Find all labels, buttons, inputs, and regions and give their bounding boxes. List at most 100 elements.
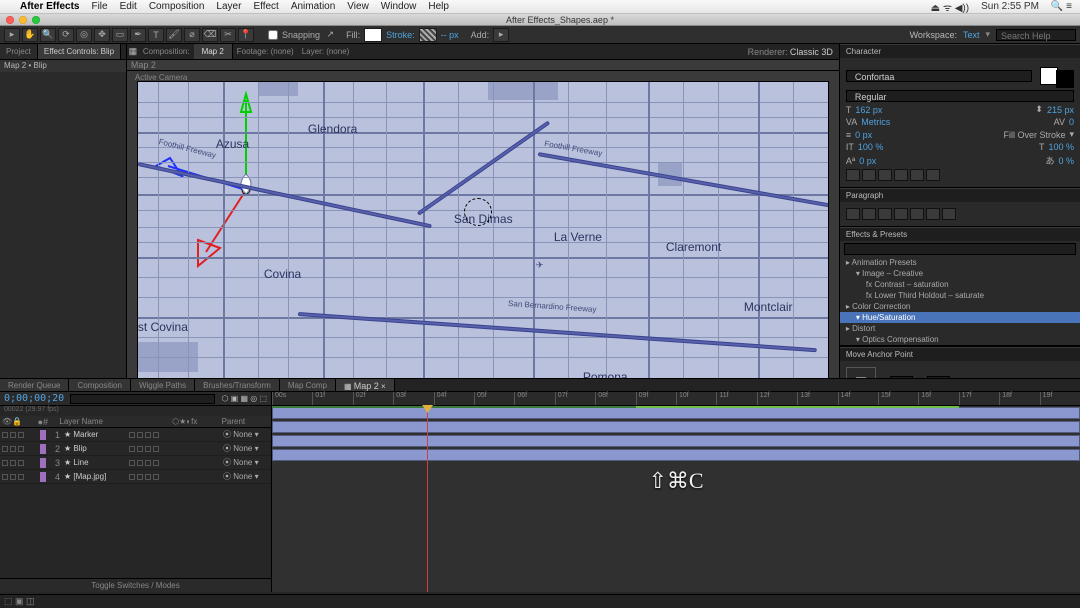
all-caps[interactable] [878,169,892,181]
puppet-tool[interactable]: 📍 [238,28,254,42]
toggle-switches-button[interactable]: Toggle Switches / Modes [0,578,271,592]
status-icons[interactable]: ⬚ ▣ ◫ [4,596,35,607]
stroke-width[interactable]: -- px [441,30,459,40]
fx-item[interactable]: fx Contrast – saturation [840,279,1080,290]
project-tab[interactable]: Project [0,44,38,59]
align-left[interactable] [846,208,860,220]
effect-controls-tab[interactable]: Effect Controls: Blip [38,44,121,59]
justify-right[interactable] [926,208,940,220]
brush-tool[interactable]: 🖌 [166,28,182,42]
menu-help[interactable]: Help [428,1,449,12]
menu-file[interactable]: File [91,1,107,12]
menu-window[interactable]: Window [381,1,417,12]
tracking[interactable]: 0 [1069,117,1074,127]
timeline-header-icons[interactable]: ⬡ ▣ ▦ ◎ ⬚ [221,394,267,403]
axis-gizmo[interactable] [138,82,338,282]
tl-tab-1[interactable]: Composition [69,379,130,391]
close-button[interactable] [6,16,14,24]
tl-tab-4[interactable]: Map Comp [280,379,336,391]
layer-row[interactable]: 2 ★ Blip ⦿ None ▾ [0,442,271,456]
anchor-point-icon[interactable] [464,198,492,226]
timeline-tracks[interactable]: 00s01f02f03f04f05f06f07f08f09f10f11f12f1… [272,392,1080,592]
wifi-icon[interactable]: ⏏ ᯤ ◀)) [931,0,970,14]
layer-row[interactable]: 3 ★ Line ⦿ None ▾ [0,456,271,470]
tl-tab-3[interactable]: Brushes/Transform [195,379,280,391]
fx-item[interactable]: ▸ Animation Presets [840,257,1080,268]
col-switches[interactable]: ⬡★◐fx [172,417,221,426]
baseline[interactable]: 0 px [859,156,876,166]
effects-presets-head[interactable]: Effects & Presets [840,227,1080,241]
pan-behind-tool[interactable]: ✥ [94,28,110,42]
menu-edit[interactable]: Edit [120,1,137,12]
stroke-swatch[interactable] [419,28,437,42]
leading[interactable]: 215 px [1047,105,1074,115]
playhead[interactable] [427,406,428,592]
pen-tool[interactable]: ✒ [130,28,146,42]
clone-tool[interactable]: ⌀ [184,28,200,42]
search-help-input[interactable]: Search Help [996,29,1076,41]
effects-search-input[interactable] [844,243,1076,255]
move-anchor-head[interactable]: Move Anchor Point [840,347,1080,361]
fill-over-stroke[interactable]: Fill Over Stroke [1003,130,1065,140]
menu-composition[interactable]: Composition [149,1,205,12]
timeline-timecode[interactable]: 0;00;00;20 [4,393,64,404]
vscale[interactable]: 100 % [858,142,884,152]
stroke-label[interactable]: Stroke: [386,30,415,40]
kerning[interactable]: Metrics [861,117,890,127]
renderer-value[interactable]: Classic 3D [790,47,833,57]
eraser-tool[interactable]: ⌫ [202,28,218,42]
tl-tab-2[interactable]: Wiggle Paths [131,379,195,391]
zoom-button[interactable] [32,16,40,24]
add-menu[interactable]: ▸ [493,28,509,42]
fx-item[interactable]: ▸ Color Correction [840,301,1080,312]
stroke-width-text[interactable]: 0 px [855,130,872,140]
hscale[interactable]: 100 % [1048,142,1074,152]
tl-tab-active[interactable]: ▦ Map 2 × [336,379,395,391]
subscript[interactable] [926,169,940,181]
workspace-dropdown[interactable]: Text [963,30,980,40]
text-stroke-swatch[interactable] [1056,70,1074,88]
fx-item[interactable]: ▾ Hue/Saturation [840,312,1080,323]
camera-tool[interactable]: ◎ [76,28,92,42]
font-size[interactable]: 162 px [855,105,882,115]
rotate-tool[interactable]: ⟳ [58,28,74,42]
type-tool[interactable]: T [148,28,164,42]
align-center[interactable] [862,208,876,220]
menu-view[interactable]: View [347,1,369,12]
timeline-ruler[interactable]: 00s01f02f03f04f05f06f07f08f09f10f11f12f1… [272,392,1080,406]
fx-item[interactable]: ▾ Optics Compensation [840,334,1080,345]
faux-italic[interactable] [862,169,876,181]
justify-left[interactable] [894,208,908,220]
paragraph-head[interactable]: Paragraph [840,188,1080,202]
character-head[interactable]: Character [840,44,1080,58]
menu-app[interactable]: After Effects [20,1,79,12]
font-family-dropdown[interactable]: Confortaa [846,70,1032,82]
justify-all[interactable] [942,208,956,220]
menu-animation[interactable]: Animation [291,1,335,12]
layer-row[interactable]: 4 ★ [Map.jpg] ⦿ None ▾ [0,470,271,484]
comp-tab-active[interactable]: Map 2 [194,44,233,59]
fx-item[interactable]: ▾ Image – Creative [840,268,1080,279]
menu-layer[interactable]: Layer [216,1,241,12]
minimize-button[interactable] [19,16,27,24]
tsume[interactable]: 0 % [1058,156,1074,166]
menu-effect[interactable]: Effect [253,1,278,12]
fx-item[interactable]: fx Lower Third Holdout – saturate [840,290,1080,301]
menubar-clock[interactable]: Sun 2:55 PM [981,1,1039,12]
justify-center[interactable] [910,208,924,220]
layer-row[interactable]: 1 ★ Marker ⦿ None ▾ [0,428,271,442]
faux-bold[interactable] [846,169,860,181]
spotlight-icon[interactable]: 🔍 ≡ [1051,1,1072,12]
roto-tool[interactable]: ✂ [220,28,236,42]
fill-swatch[interactable] [364,28,382,42]
superscript[interactable] [910,169,924,181]
selection-tool[interactable]: ▸ [4,28,20,42]
hand-tool[interactable]: ✋ [22,28,38,42]
snapping-checkbox[interactable] [268,30,278,40]
zoom-tool[interactable]: 🔍 [40,28,56,42]
timeline-search[interactable] [70,394,215,404]
fx-item[interactable]: ▸ Distort [840,323,1080,334]
col-parent[interactable]: Parent [222,417,271,426]
col-source[interactable]: Layer Name [53,417,172,426]
align-right[interactable] [878,208,892,220]
